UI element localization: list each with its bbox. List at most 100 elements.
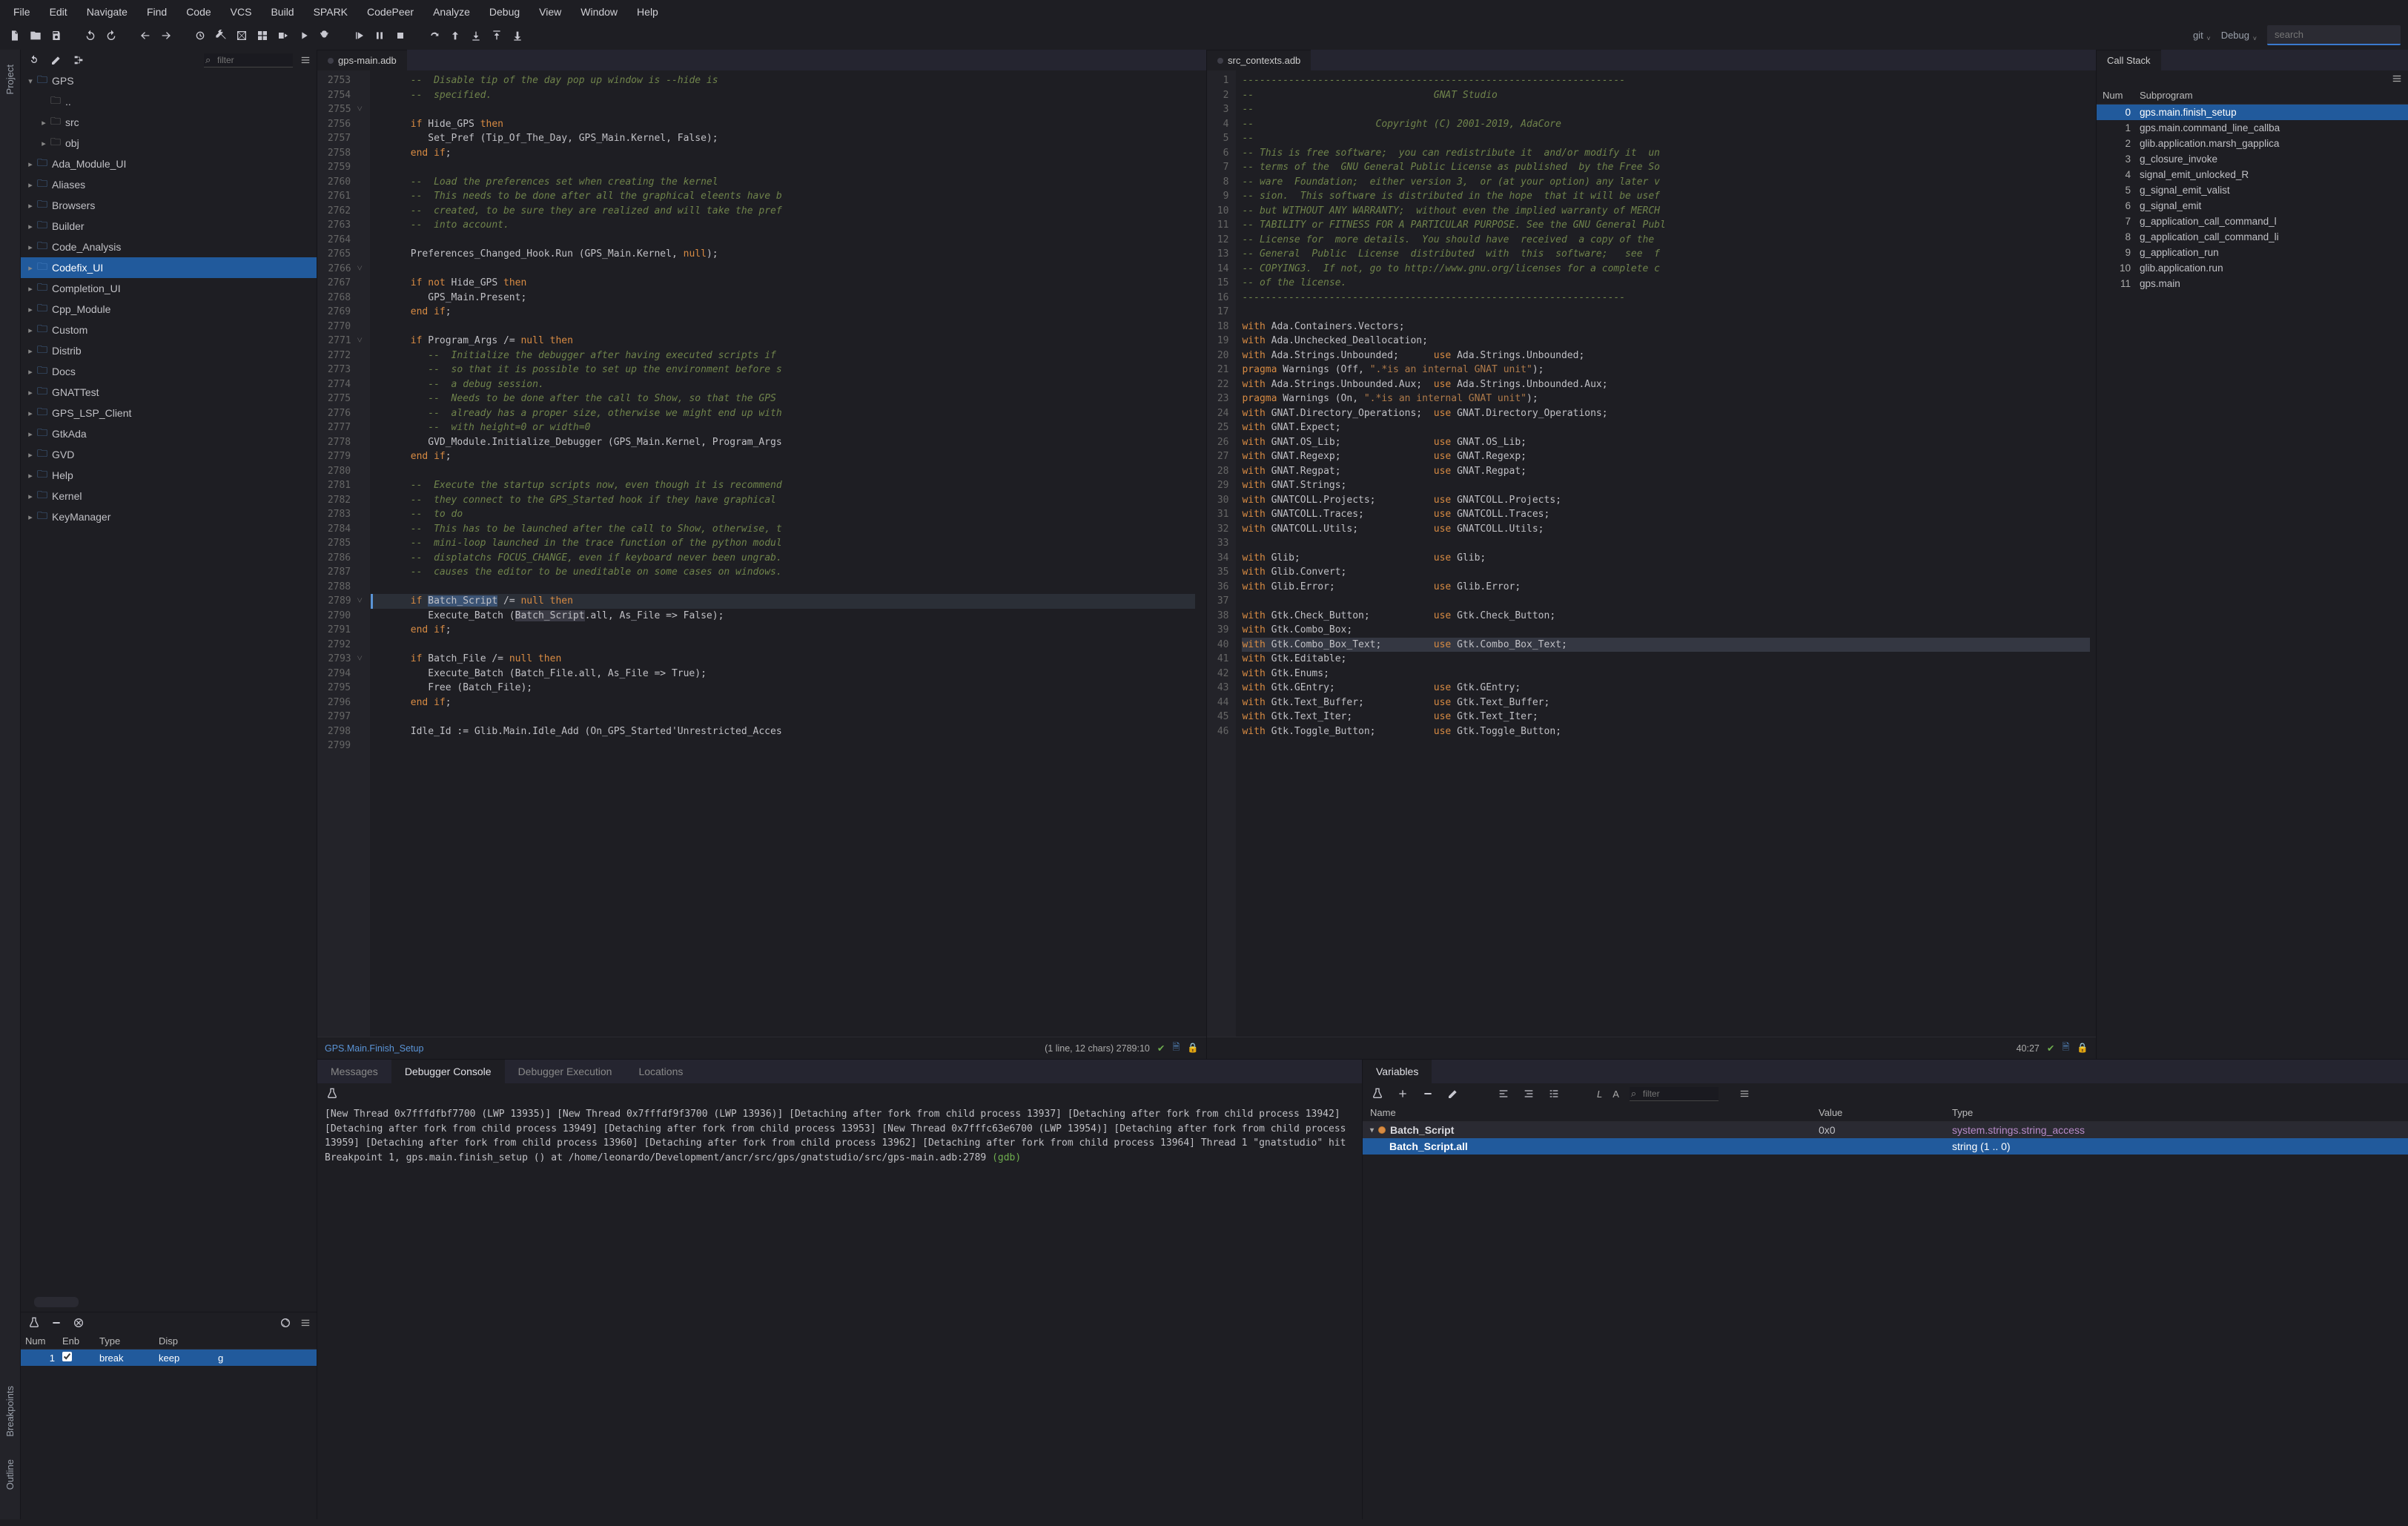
- bp-settings-icon[interactable]: [278, 1315, 293, 1330]
- menu-view[interactable]: View: [530, 3, 570, 21]
- build-icon[interactable]: [214, 28, 228, 43]
- variables-filter-input[interactable]: [1630, 1087, 1719, 1101]
- variables-list[interactable]: ▾Batch_Script0x0system.strings.string_ac…: [1363, 1122, 2408, 1155]
- step-over-icon[interactable]: [427, 28, 442, 43]
- code-editor[interactable]: 2753 2754 2755 ˅ 2756 2757 2758 2759 276…: [317, 70, 1206, 1037]
- refresh-icon[interactable]: [27, 53, 42, 67]
- menu-edit[interactable]: Edit: [41, 3, 76, 21]
- new-file-icon[interactable]: [7, 28, 22, 43]
- vcs-selector[interactable]: git: [2193, 30, 2211, 41]
- nav-forward-icon[interactable]: [159, 28, 173, 43]
- menu-file[interactable]: File: [4, 3, 39, 21]
- var-remove-icon[interactable]: [1420, 1086, 1435, 1101]
- editor-tab[interactable]: gps-main.adb: [317, 50, 407, 70]
- menu-analyze[interactable]: Analyze: [424, 3, 479, 21]
- tree-item[interactable]: ▸🗀src: [21, 112, 317, 133]
- bp-enabled-checkbox[interactable]: [62, 1352, 72, 1361]
- breakpoint-row[interactable]: 1 break keep g: [21, 1350, 317, 1366]
- panel-menu-icon[interactable]: [1739, 1089, 1750, 1099]
- debug-selector[interactable]: Debug: [2221, 30, 2257, 41]
- breadcrumb[interactable]: GPS.Main.Finish_Setup: [325, 1043, 423, 1054]
- redo-icon[interactable]: [104, 28, 119, 43]
- callstack-row[interactable]: 4signal_emit_unlocked_R: [2097, 167, 2408, 182]
- rail-breakpoints[interactable]: Breakpoints: [4, 1386, 16, 1437]
- tree-item[interactable]: ▸🗀Codefix_UI: [21, 257, 317, 278]
- variable-row[interactable]: ▾Batch_Script0x0system.strings.string_ac…: [1363, 1122, 2408, 1138]
- callstack-row[interactable]: 10glib.application.run: [2097, 260, 2408, 276]
- var-normal-icon[interactable]: A: [1612, 1089, 1619, 1100]
- pause-icon[interactable]: [372, 28, 387, 43]
- step-out-icon[interactable]: [489, 28, 504, 43]
- tree-item[interactable]: ▸🗀GtkAda: [21, 423, 317, 444]
- tree-item[interactable]: ▸🗀Code_Analysis: [21, 237, 317, 257]
- tree-item[interactable]: ▸🗀Completion_UI: [21, 278, 317, 299]
- var-collapse-icon[interactable]: [1496, 1086, 1511, 1101]
- clear-console-icon[interactable]: [325, 1086, 340, 1101]
- undo-icon[interactable]: [83, 28, 98, 43]
- step-into-icon[interactable]: [469, 28, 483, 43]
- variable-row[interactable]: Batch_Script.allstring (1 .. 0): [1363, 1138, 2408, 1155]
- tree-item[interactable]: ▸🗀Aliases: [21, 174, 317, 195]
- callstack-row[interactable]: 6g_signal_emit: [2097, 198, 2408, 214]
- callstack-row[interactable]: 0gps.main.finish_setup: [2097, 105, 2408, 120]
- editor-tab[interactable]: src_contexts.adb: [1207, 50, 1311, 70]
- tree-item[interactable]: ▸🗀Distrib: [21, 340, 317, 361]
- tree-item[interactable]: ▸🗀GNATTest: [21, 382, 317, 403]
- var-add-icon[interactable]: [1395, 1086, 1410, 1101]
- callstack-row[interactable]: 11gps.main: [2097, 276, 2408, 291]
- menu-find[interactable]: Find: [138, 3, 176, 21]
- rail-outline[interactable]: Outline: [4, 1459, 16, 1490]
- rail-project[interactable]: Project: [4, 65, 16, 94]
- bp-remove-icon[interactable]: [49, 1315, 64, 1330]
- scrollbar[interactable]: [34, 1297, 79, 1307]
- menu-debug[interactable]: Debug: [480, 3, 529, 21]
- tree-item[interactable]: ▸🗀GVD: [21, 444, 317, 465]
- project-filter-input[interactable]: [204, 53, 293, 67]
- debugger-tab[interactable]: Debugger Execution: [505, 1060, 626, 1083]
- open-folder-icon[interactable]: [28, 28, 43, 43]
- menu-help[interactable]: Help: [628, 3, 667, 21]
- tree-item[interactable]: ▸🗀Docs: [21, 361, 317, 382]
- tree-item[interactable]: ▸🗀Ada_Module_UI: [21, 153, 317, 174]
- tree-item[interactable]: ▸🗀obj: [21, 133, 317, 153]
- menu-window[interactable]: Window: [572, 3, 626, 21]
- menu-build[interactable]: Build: [262, 3, 302, 21]
- continue-icon[interactable]: [351, 28, 366, 43]
- debugger-console[interactable]: [New Thread 0x7fffdfbf7700 (LWP 13935)] …: [317, 1104, 1362, 1519]
- debugger-tab[interactable]: Debugger Console: [391, 1060, 505, 1083]
- tree-item[interactable]: ▸🗀Kernel: [21, 486, 317, 506]
- callstack-row[interactable]: 1gps.main.command_line_callba: [2097, 120, 2408, 136]
- hierarchy-icon[interactable]: [71, 53, 86, 67]
- var-italic-icon[interactable]: L: [1597, 1089, 1602, 1100]
- callstack-row[interactable]: 3g_closure_invoke: [2097, 151, 2408, 167]
- var-edit-icon[interactable]: [1446, 1086, 1461, 1101]
- menu-vcs[interactable]: VCS: [222, 3, 261, 21]
- menu-spark[interactable]: SPARK: [305, 3, 357, 21]
- step-up-icon[interactable]: [448, 28, 463, 43]
- run-icon[interactable]: [297, 28, 311, 43]
- build-all-icon[interactable]: [255, 28, 270, 43]
- compile-icon[interactable]: [193, 28, 208, 43]
- code-editor[interactable]: 1 2 3 4 5 6 7 8 9 10 11 12 13 14 15 16 1…: [1207, 70, 2096, 1037]
- menu-code[interactable]: Code: [177, 3, 219, 21]
- callstack-tab[interactable]: Call Stack: [2097, 50, 2161, 70]
- global-search-input[interactable]: [2267, 25, 2401, 45]
- project-tree[interactable]: ▾🗀GPS🗀..▸🗀src▸🗀obj▸🗀Ada_Module_UI▸🗀Alias…: [21, 70, 317, 1292]
- panel-menu-icon[interactable]: [2392, 73, 2402, 84]
- variables-tab[interactable]: Variables: [1363, 1060, 1432, 1083]
- edit-icon[interactable]: [49, 53, 64, 67]
- tree-item[interactable]: ▸🗀Builder: [21, 216, 317, 237]
- tree-item[interactable]: ▸🗀Cpp_Module: [21, 299, 317, 320]
- debug-icon[interactable]: [317, 28, 332, 43]
- callstack-row[interactable]: 2glib.application.marsh_gapplica: [2097, 136, 2408, 151]
- var-flask-icon[interactable]: [1370, 1086, 1385, 1101]
- tree-item[interactable]: ▾🗀GPS: [21, 70, 317, 91]
- callstack-list[interactable]: 0gps.main.finish_setup1gps.main.command_…: [2097, 105, 2408, 291]
- panel-menu-icon[interactable]: [300, 55, 311, 65]
- callstack-row[interactable]: 8g_application_call_command_li: [2097, 229, 2408, 245]
- debugger-tab[interactable]: Locations: [625, 1060, 696, 1083]
- tree-item[interactable]: 🗀..: [21, 91, 317, 112]
- callstack-row[interactable]: 9g_application_run: [2097, 245, 2408, 260]
- tree-item[interactable]: ▸🗀GPS_LSP_Client: [21, 403, 317, 423]
- clean-build-icon[interactable]: [234, 28, 249, 43]
